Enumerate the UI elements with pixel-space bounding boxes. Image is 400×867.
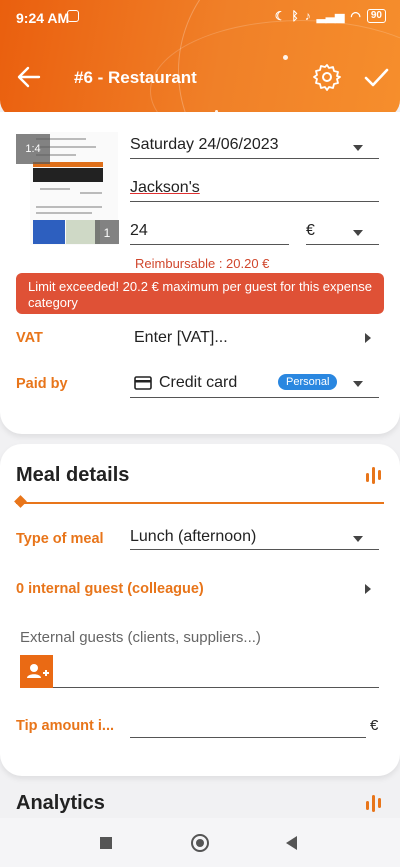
vat-field[interactable]: Enter [VAT]... [134,329,228,347]
app-header: 9:24 AM ☾ ᛒ ♪ ▂▃▅ ◠ 90 #6 - Restaurant [0,0,400,118]
tip-label: Tip amount i... [16,718,115,734]
receipt-line [40,188,70,190]
internal-guests-row[interactable]: 0 internal guest (colleague) [16,581,204,597]
external-guests-field[interactable] [53,687,379,688]
home-icon[interactable] [191,834,209,852]
reimbursable-text: Reimbursable : 20.20 € [135,256,270,271]
credit-card-icon [134,376,152,390]
receipt-block [33,168,103,182]
receipt-block [33,220,65,244]
receipt-line [36,212,92,214]
meal-type-value: Lunch (afternoon) [130,528,257,545]
chevron-down-icon[interactable] [353,145,363,151]
chevron-right-icon[interactable] [365,584,371,594]
meal-details-title: Meal details [16,464,130,486]
receipt-line [36,206,102,208]
mute-icon: ♪ [304,9,311,23]
limit-alert: Limit exceeded! 20.2 € maximum per guest… [16,273,384,314]
merchant-field[interactable]: Jackson's [130,179,379,202]
date-value: Saturday 24/06/2023 [130,136,279,153]
paid-by-label: Paid by [16,376,68,392]
merchant-value: Jackson's [130,179,200,196]
chevron-down-icon[interactable] [353,381,363,387]
personal-badge: Personal [278,374,338,390]
battery-indicator: 90 [366,9,386,23]
tip-field[interactable] [130,716,366,738]
add-guest-button[interactable] [20,655,53,688]
recents-icon[interactable] [100,837,112,849]
instagram-icon [67,10,79,22]
wifi-icon: ◠ [350,9,361,23]
amount-value: 24 [130,222,148,239]
attachment-count-badge: 1 [95,220,119,244]
page-count-badge: 1:4 [16,134,50,164]
meal-type-label: Type of meal [16,531,104,547]
chevron-down-icon[interactable] [353,230,363,236]
status-bar: 9:24 AM ☾ ᛒ ♪ ▂▃▅ ◠ 90 [0,0,400,34]
amount-field[interactable]: 24 [130,222,289,245]
paid-by-value: Credit card [159,374,238,391]
checkmark-icon[interactable] [362,63,390,91]
moon-icon: ☾ [274,9,286,23]
vat-label: VAT [16,330,43,346]
meal-type-select[interactable]: Lunch (afternoon) [130,528,379,550]
collapse-bars-icon[interactable] [365,465,383,485]
currency-select[interactable]: € [306,222,379,245]
back-icon[interactable] [286,836,297,850]
chevron-down-icon[interactable] [353,536,363,542]
progress-line [16,502,384,504]
signal-icon: ▂▃▅ [316,9,345,23]
system-nav-bar [0,818,400,867]
page-title: #6 - Restaurant [74,68,197,87]
currency-value: € [306,222,315,239]
add-user-icon [27,664,49,678]
header-decoration-dot [283,55,288,60]
analytics-title: Analytics [16,792,105,814]
chevron-right-icon[interactable] [365,333,371,343]
collapse-bars-icon[interactable] [365,793,383,813]
tip-currency: € [370,717,379,734]
back-arrow-icon[interactable] [14,62,44,92]
paid-by-select[interactable]: Credit card [130,373,379,398]
date-select[interactable]: Saturday 24/06/2023 [130,136,379,159]
gear-icon[interactable] [313,63,341,91]
bluetooth-icon: ᛒ [291,9,299,23]
receipt-line [80,192,102,194]
external-guests-label: External guests (clients, suppliers...) [20,629,261,646]
status-time: 9:24 AM [16,10,70,26]
